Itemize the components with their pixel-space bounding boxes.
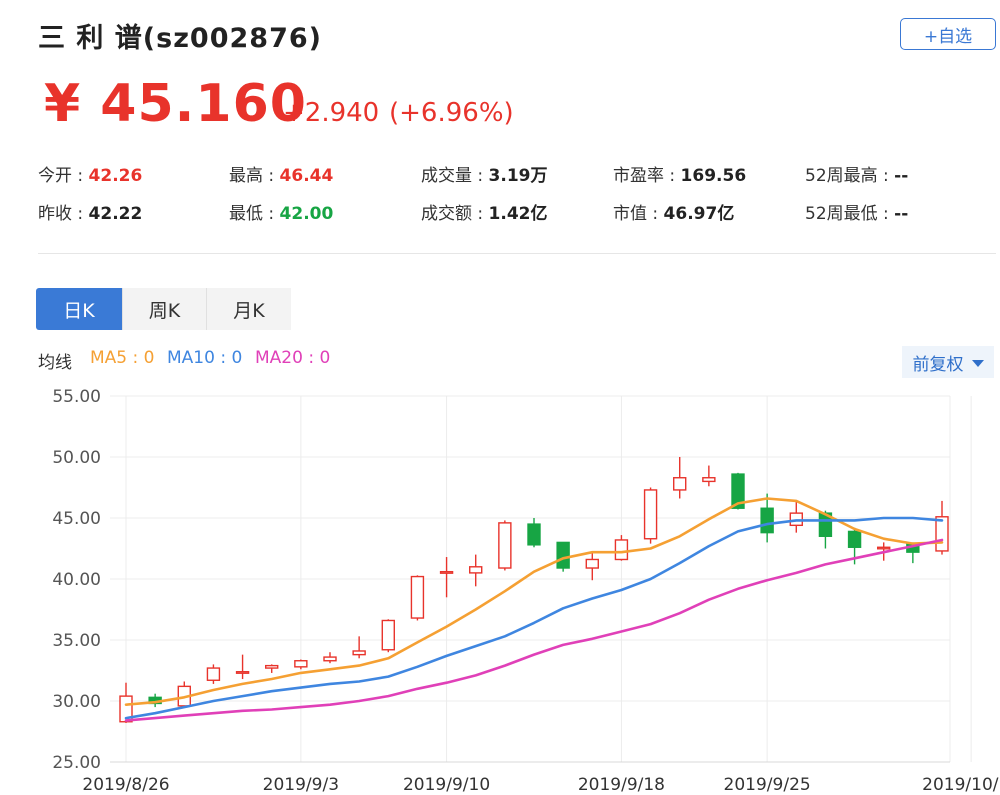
candle-up [702,477,716,483]
candle-up [265,664,279,669]
ma10-line [124,516,944,720]
candle-down [556,541,570,569]
x-tick-label: 2019/8/26 [82,775,169,795]
candle-up [235,671,250,674]
x-tick-label: 2019/9/3 [263,775,339,795]
y-tick-label: 35.00 [52,631,101,651]
kline-chart: 55.0050.0045.0040.0035.0030.0025.002019/… [52,387,1000,795]
x-tick-label: 2019/9/10 [403,775,490,795]
x-tick-label: 2019/10/11 [922,775,1000,795]
y-tick-label: 25.00 [52,753,101,773]
ma20-line [124,538,944,722]
candle-up [673,477,687,491]
candle-down [760,507,774,534]
candle-up [206,667,221,681]
y-tick-label: 50.00 [52,448,101,468]
candle-up [498,522,512,569]
candle-up [294,660,308,668]
candle-up [439,570,454,574]
candle-down [527,523,541,546]
candle-up [410,575,425,619]
y-tick-label: 55.00 [52,387,101,407]
candle-up [585,558,599,569]
candle-up [877,546,891,550]
candle-up [935,516,949,552]
candle-up [469,566,483,574]
candle-up [643,489,658,540]
candle-up [614,539,629,561]
x-tick-label: 2019/9/18 [578,775,665,795]
y-tick-label: 30.00 [52,692,101,712]
y-tick-label: 45.00 [52,509,101,529]
candle-down [847,530,862,548]
candle-up [381,619,395,651]
candle-up [323,656,337,662]
y-tick-label: 40.00 [52,570,101,590]
x-tick-label: 2019/9/25 [724,775,811,795]
candle-up [352,650,366,656]
